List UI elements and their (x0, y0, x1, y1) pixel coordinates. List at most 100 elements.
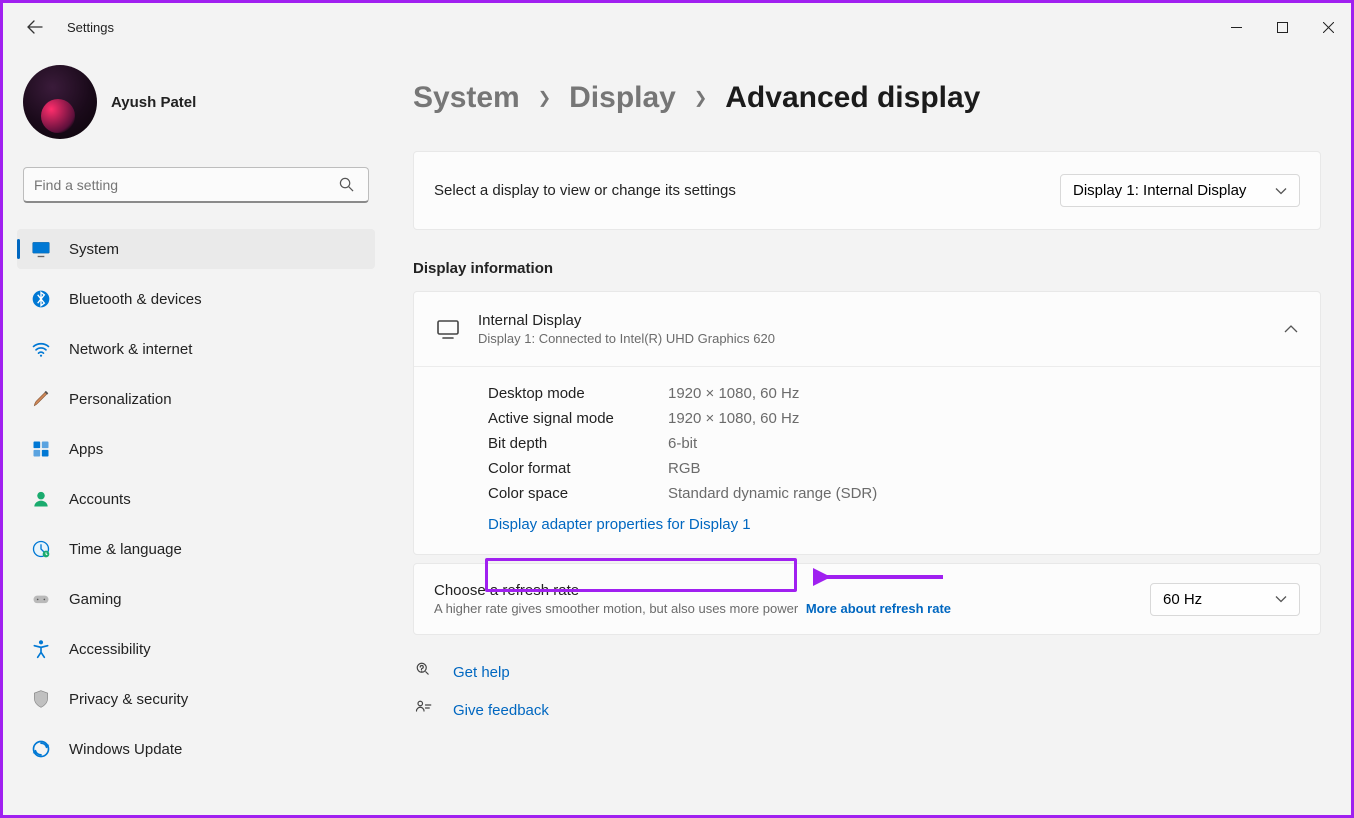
feedback-icon (415, 699, 435, 721)
chevron-up-icon (1284, 320, 1298, 338)
shield-icon (31, 689, 51, 709)
info-row: Color spaceStandard dynamic range (SDR) (488, 481, 1298, 506)
chevron-right-icon: ❯ (694, 88, 707, 108)
minimize-button[interactable] (1213, 11, 1259, 43)
breadcrumb-current: Advanced display (725, 81, 980, 115)
info-key: Color space (488, 485, 668, 502)
maximize-icon (1277, 22, 1288, 33)
nav-item-bluetooth[interactable]: Bluetooth & devices (17, 279, 375, 319)
back-button[interactable] (15, 7, 55, 47)
info-row: Bit depth6-bit (488, 431, 1298, 456)
nav-item-label: Windows Update (69, 741, 182, 758)
info-value: Standard dynamic range (SDR) (668, 485, 877, 502)
breadcrumb-system[interactable]: System (413, 81, 520, 115)
nav-item-label: Bluetooth & devices (69, 291, 202, 308)
nav-list: System Bluetooth & devices Network & inter… (17, 229, 375, 769)
adapter-properties-link[interactable]: Display adapter properties for Display 1 (488, 516, 751, 533)
get-help-link[interactable]: Get help (415, 661, 1321, 683)
section-title: Display information (413, 260, 1321, 277)
refresh-rate-value: 60 Hz (1163, 591, 1202, 608)
info-value: 1920 × 1080, 60 Hz (668, 410, 799, 427)
content-area: System ❯ Display ❯ Advanced display Sele… (393, 51, 1351, 815)
nav-item-apps[interactable]: Apps (17, 429, 375, 469)
info-row: Color formatRGB (488, 456, 1298, 481)
close-button[interactable] (1305, 11, 1351, 43)
breadcrumb-display[interactable]: Display (569, 81, 676, 115)
refresh-rate-card: Choose a refresh rate A higher rate give… (413, 563, 1321, 635)
person-icon (31, 489, 51, 509)
select-display-label: Select a display to view or change its s… (434, 182, 1060, 199)
chevron-right-icon: ❯ (538, 88, 551, 108)
info-key: Bit depth (488, 435, 668, 452)
display-info-header[interactable]: Internal Display Display 1: Connected to… (414, 292, 1320, 366)
nav-item-label: Time & language (69, 541, 182, 558)
chevron-down-icon (1275, 591, 1287, 608)
display-info-body: Desktop mode1920 × 1080, 60 HzActive sig… (414, 366, 1320, 554)
nav-item-label: Accessibility (69, 641, 151, 658)
window-title: Settings (67, 20, 114, 35)
info-value: 6-bit (668, 435, 697, 452)
display-name: Internal Display (478, 312, 775, 329)
info-value: 1920 × 1080, 60 Hz (668, 385, 799, 402)
update-icon (31, 739, 51, 759)
close-icon (1323, 22, 1334, 33)
system-icon (31, 239, 51, 259)
accessibility-icon (31, 639, 51, 659)
search-wrap (23, 167, 369, 203)
info-row: Desktop mode1920 × 1080, 60 Hz (488, 381, 1298, 406)
titlebar: Settings (3, 3, 1351, 51)
window-controls (1213, 11, 1351, 43)
info-key: Desktop mode (488, 385, 668, 402)
apps-icon (31, 439, 51, 459)
clock-icon (31, 539, 51, 559)
select-display-dropdown[interactable]: Display 1: Internal Display (1060, 174, 1300, 207)
nav-item-brush[interactable]: Personalization (17, 379, 375, 419)
info-row: Active signal mode1920 × 1080, 60 Hz (488, 406, 1298, 431)
chevron-down-icon (1275, 182, 1287, 199)
nav-item-label: Gaming (69, 591, 122, 608)
brush-icon (31, 389, 51, 409)
display-subtitle: Display 1: Connected to Intel(R) UHD Gra… (478, 331, 775, 346)
avatar (23, 65, 97, 139)
search-input[interactable] (23, 167, 369, 203)
refresh-rate-dropdown[interactable]: 60 Hz (1150, 583, 1300, 616)
info-value: RGB (668, 460, 701, 477)
nav-item-label: Personalization (69, 391, 172, 408)
nav-item-system[interactable]: System (17, 229, 375, 269)
give-feedback-link[interactable]: Give feedback (415, 699, 1321, 721)
gamepad-icon (31, 589, 51, 609)
search-icon (339, 177, 354, 197)
nav-item-gamepad[interactable]: Gaming (17, 579, 375, 619)
monitor-icon (436, 317, 460, 341)
nav-item-label: Network & internet (69, 341, 192, 358)
nav-item-wifi[interactable]: Network & internet (17, 329, 375, 369)
refresh-more-link[interactable]: More about refresh rate (806, 601, 951, 616)
profile-block[interactable]: Ayush Patel (23, 65, 375, 139)
nav-item-label: System (69, 241, 119, 258)
info-key: Color format (488, 460, 668, 477)
nav-item-label: Apps (69, 441, 103, 458)
maximize-button[interactable] (1259, 11, 1305, 43)
select-display-value: Display 1: Internal Display (1073, 182, 1246, 199)
wifi-icon (31, 339, 51, 359)
sidebar: Ayush Patel System Bluetooth & devices Net… (3, 51, 393, 815)
nav-item-clock[interactable]: Time & language (17, 529, 375, 569)
nav-item-label: Accounts (69, 491, 131, 508)
nav-item-person[interactable]: Accounts (17, 479, 375, 519)
refresh-subtitle: A higher rate gives smoother motion, but… (434, 601, 1150, 616)
footer-links: Get help Give feedback (413, 661, 1321, 721)
select-display-card: Select a display to view or change its s… (413, 151, 1321, 230)
bluetooth-icon (31, 289, 51, 309)
nav-item-shield[interactable]: Privacy & security (17, 679, 375, 719)
display-info-card: Internal Display Display 1: Connected to… (413, 291, 1321, 555)
info-key: Active signal mode (488, 410, 668, 427)
refresh-title: Choose a refresh rate (434, 582, 1150, 599)
help-icon (415, 661, 435, 683)
nav-item-label: Privacy & security (69, 691, 188, 708)
minimize-icon (1231, 22, 1242, 33)
arrow-left-icon (27, 19, 43, 35)
nav-item-accessibility[interactable]: Accessibility (17, 629, 375, 669)
breadcrumb: System ❯ Display ❯ Advanced display (413, 81, 1321, 115)
profile-name: Ayush Patel (111, 94, 196, 111)
nav-item-update[interactable]: Windows Update (17, 729, 375, 769)
